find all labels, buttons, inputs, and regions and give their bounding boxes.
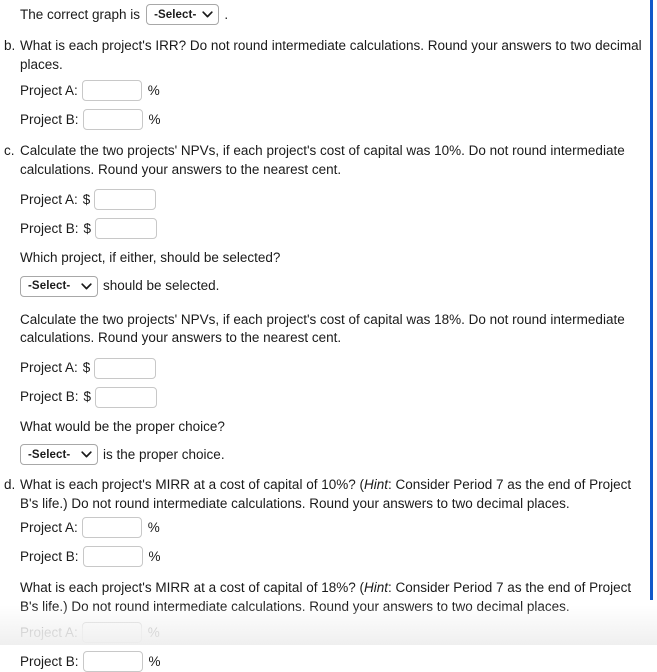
part-d-mirr18-prompt: What is each project's MIRR at a cost of… — [20, 579, 643, 616]
part-c-npv18-followup: What would be the proper choice? — [20, 418, 225, 434]
part-d-mirr10-prompt: What is each project's MIRR at a cost of… — [20, 476, 643, 513]
part-b-label-a: Project A: — [20, 82, 78, 98]
part-c-npv10-field-b: Project B: $ — [20, 218, 643, 239]
part-d-mirr18-label-a: Project A: — [20, 624, 78, 640]
part-c-npv18-select-value: -Select- — [28, 448, 71, 461]
part-b-field-a: Project A: % — [20, 80, 643, 101]
part-b-prompt: What is each project's IRR? Do not round… — [20, 38, 642, 72]
graph-select-line: The correct graph is -Select- . — [20, 4, 643, 25]
part-d-mirr10-unit-b: % — [148, 548, 161, 564]
part-b-field-b: Project B: % — [20, 109, 643, 130]
graph-select[interactable]: -Select- — [146, 4, 220, 25]
worksheet-page: The correct graph is -Select- . b. What … — [0, 0, 657, 672]
part-d-mirr10-unit-a: % — [147, 519, 160, 535]
part-c-npv18-prompt: Calculate the two projects' NPVs, if eac… — [20, 311, 625, 346]
part-b-marker: b. — [4, 38, 16, 53]
part-d-mirr10-prompt-pre: What is each project's MIRR at a cost of… — [20, 477, 364, 492]
part-c-npv10-input-a[interactable] — [94, 189, 157, 210]
part-d-mirr10-hint-word: Hint — [363, 477, 388, 492]
chevron-down-icon — [81, 282, 92, 291]
part-c-marker: c. — [4, 143, 15, 158]
part-b-unit-a: % — [147, 82, 160, 98]
part-d-mirr10-field-a: Project A: % — [20, 517, 643, 538]
part-c-npv18-select-line: -Select- is the proper choice. — [20, 444, 643, 465]
part-c-npv18-field-b: Project B: $ — [20, 386, 643, 408]
part-c-npv10-input-b[interactable] — [95, 218, 158, 239]
graph-question-label: The correct graph is — [20, 6, 141, 22]
part-c-npv18-input-b[interactable] — [95, 386, 158, 408]
part-c-npv10-label-b: Project B: — [20, 220, 79, 236]
part-d-mirr18-field-b: Project B: % — [20, 651, 643, 672]
part-c-npv10-select-suffix: should be selected. — [103, 278, 220, 293]
part-c-npv10-label-a: Project A: — [20, 191, 78, 207]
part-c-npv18-select-suffix: is the proper choice. — [103, 446, 225, 462]
part-c-npv10-followup: Which project, if either, should be sele… — [20, 250, 281, 265]
part-c-npv10-select-line: -Select- should be selected. — [20, 275, 643, 297]
graph-select-value: -Select- — [154, 8, 197, 21]
part-c-npv18-select[interactable]: -Select- — [20, 444, 98, 465]
part-d-mirr10-label-b: Project B: — [20, 548, 79, 564]
part-b-input-a[interactable] — [81, 80, 142, 101]
part-d-mirr18-unit-b: % — [148, 653, 161, 669]
graph-question-period: . — [224, 6, 229, 22]
part-b-input-b[interactable] — [82, 109, 143, 130]
part-c-row: c. Calculate the two projects' NPVs, if … — [4, 142, 643, 465]
part-c-npv10-currency-a: $ — [82, 191, 91, 207]
part-d-mirr10-label-a: Project A: — [20, 519, 78, 535]
part-d-mirr18-field-a: Project A: % — [20, 622, 643, 643]
part-b-unit-b: % — [148, 111, 161, 127]
worksheet-content: The correct graph is -Select- . b. What … — [0, 0, 657, 672]
part-c-npv18-field-a: Project A: $ — [20, 357, 643, 379]
part-b-label-b: Project B: — [20, 111, 79, 127]
part-d-mirr10-input-a[interactable] — [81, 517, 142, 538]
part-d-mirr18-input-b[interactable] — [82, 651, 143, 672]
part-c-npv18-label-a: Project A: — [20, 360, 78, 375]
part-c-npv18-currency-b: $ — [83, 389, 92, 404]
part-c-npv10-field-a: Project A: $ — [20, 189, 643, 210]
part-d-row: d. What is each project's MIRR at a cost… — [4, 476, 643, 672]
part-d-mirr18-hint-word: Hint — [363, 580, 388, 595]
part-d-mirr18-input-a[interactable] — [81, 622, 142, 643]
part-c-npv10-prompt: Calculate the two projects' NPVs, if eac… — [20, 143, 625, 177]
part-c-npv10-currency-b: $ — [83, 220, 92, 236]
part-b-row: b. What is each project's IRR? Do not ro… — [4, 37, 643, 130]
part-d-mirr10-field-b: Project B: % — [20, 546, 643, 567]
part-d-marker: d. — [4, 477, 16, 492]
part-c-npv18-label-b: Project B: — [20, 389, 79, 404]
graph-question-row: The correct graph is -Select- . — [4, 4, 643, 25]
chevron-down-icon — [81, 450, 92, 459]
part-c-npv18-currency-a: $ — [82, 360, 91, 375]
chevron-down-icon — [202, 10, 214, 19]
part-d-mirr18-unit-a: % — [147, 624, 160, 640]
part-d-mirr18-label-b: Project B: — [20, 653, 79, 669]
part-d-mirr18-prompt-pre: What is each project's MIRR at a cost of… — [20, 580, 364, 595]
part-c-npv10-select[interactable]: -Select- — [20, 275, 98, 297]
part-c-npv18-input-a[interactable] — [94, 357, 157, 379]
part-c-npv10-select-value: -Select- — [28, 280, 71, 292]
part-d-mirr10-input-b[interactable] — [82, 546, 143, 567]
